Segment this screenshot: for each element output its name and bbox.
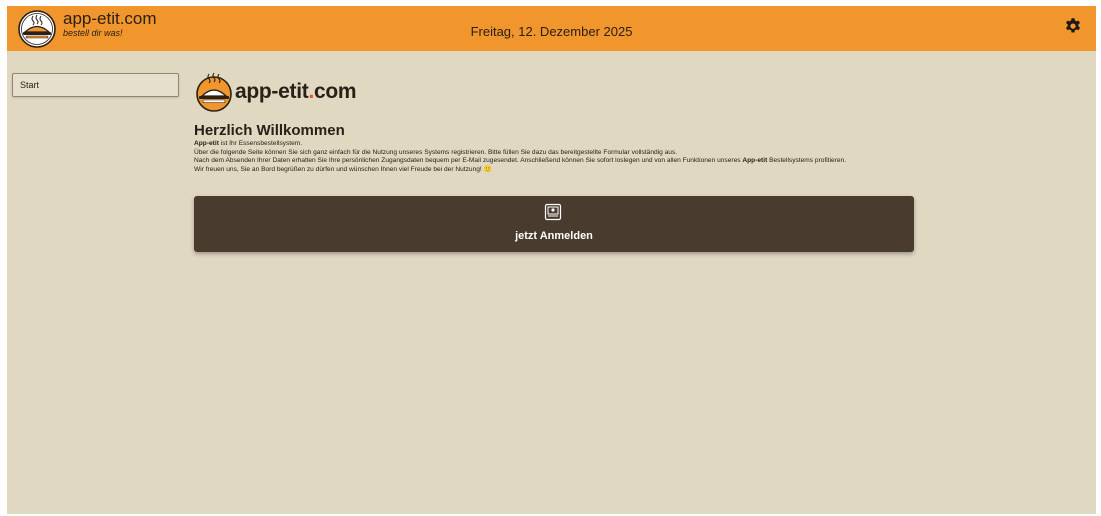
- food-tray-logo-icon: [196, 72, 232, 112]
- intro-line: Nach dem Absenden Ihrer Daten erhalten S…: [194, 157, 847, 165]
- food-tray-logo-icon: [18, 10, 56, 48]
- intro-line: Wir freuen uns, Sie an Bord begrüßen zu …: [194, 165, 492, 173]
- logo-wordmark: app-etit.com: [235, 80, 357, 103]
- brand[interactable]: app-etit.com bestell dir was!: [17, 8, 157, 50]
- sidebar-item-start[interactable]: Start: [12, 73, 179, 97]
- registration-form-icon: [544, 203, 562, 221]
- brand-text: app-etit.com bestell dir was!: [63, 10, 157, 38]
- current-date: Freitag, 12. Dezember 2025: [470, 24, 633, 39]
- brand-slogan: bestell dir was!: [63, 28, 123, 38]
- top-bar: app-etit.com bestell dir was! Freitag, 1…: [7, 6, 1096, 51]
- main-logo: app-etit.com: [194, 70, 357, 114]
- app-window: app-etit.com bestell dir was! Freitag, 1…: [7, 6, 1096, 514]
- intro-line: App-etit ist Ihr Essensbestellsystem.: [194, 140, 303, 147]
- register-button-label: jetzt Anmelden: [515, 230, 593, 242]
- gear-icon[interactable]: [1063, 17, 1083, 37]
- register-button[interactable]: jetzt Anmelden: [194, 196, 914, 252]
- intro-line: Über die folgende Seite können Sie sich …: [194, 148, 678, 156]
- intro-text: App-etit ist Ihr Essensbestellsystem. Üb…: [194, 140, 1094, 174]
- brand-name: app-etit.com: [63, 9, 157, 28]
- page-title: Herzlich Willkommen: [194, 122, 345, 139]
